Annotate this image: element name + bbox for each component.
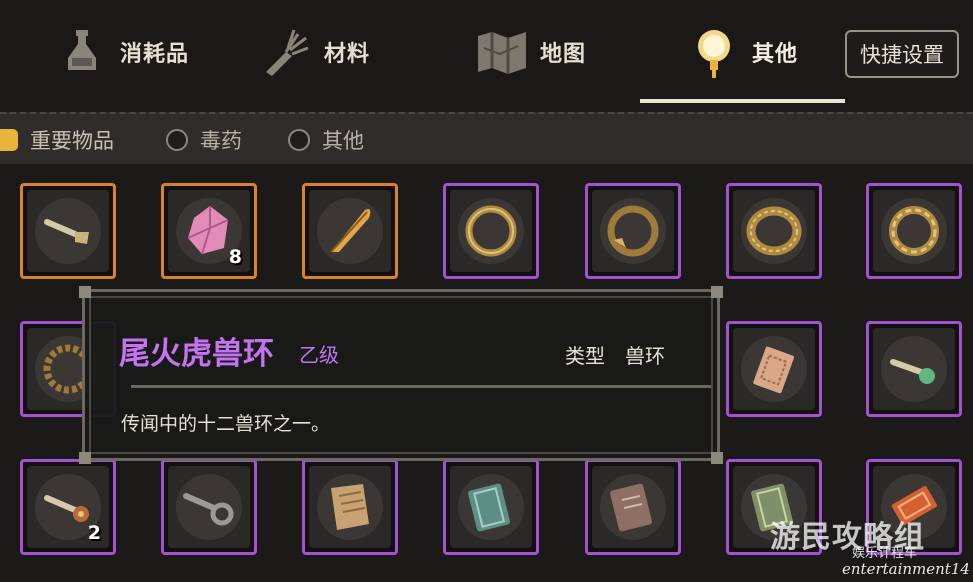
twisted-ring-icon — [889, 206, 939, 256]
item-slot[interactable] — [866, 183, 962, 279]
radio-unchecked-icon[interactable] — [288, 129, 310, 151]
tooltip-corner — [711, 452, 723, 464]
map-icon — [478, 31, 526, 74]
item-slot[interactable] — [726, 321, 822, 417]
filter-bar: 重要物品 毒药 其他 — [0, 112, 973, 164]
item-type-value: 兽环 — [625, 344, 665, 368]
iron-key-icon — [183, 493, 234, 526]
shortcut-settings-button[interactable]: 快捷设置 — [845, 30, 959, 78]
gold-ring-icon — [465, 205, 517, 257]
active-tab-indicator — [640, 99, 845, 103]
item-slot[interactable] — [302, 459, 398, 555]
tab-other[interactable]: 其他 — [686, 0, 798, 103]
item-slot[interactable] — [302, 183, 398, 279]
ginseng-root-icon — [266, 29, 309, 76]
item-tooltip: 尾火虎兽环 乙级 类型 兽环 传闻中的十二兽环之一。 — [79, 286, 723, 464]
watermark-en: entertainment14 — [842, 560, 970, 578]
watermark-sub: 娱乐计程车 — [852, 546, 918, 561]
feather-icon — [330, 209, 371, 253]
dragon-ring-icon — [607, 205, 659, 257]
filter-other[interactable]: 其他 — [288, 114, 364, 166]
item-slot[interactable]: 8 — [161, 183, 257, 279]
brown-book-icon — [610, 483, 652, 532]
filter-key-items[interactable]: 重要物品 — [0, 114, 114, 166]
scroll-icon — [331, 484, 369, 530]
item-slot[interactable] — [726, 183, 822, 279]
tooltip-divider — [131, 385, 711, 388]
tooltip-corner — [711, 286, 723, 298]
tooltip-corner — [79, 286, 91, 298]
radio-unchecked-icon[interactable] — [166, 129, 188, 151]
item-slot[interactable] — [443, 183, 539, 279]
lantern-icon — [698, 29, 730, 78]
item-type-label: 类型 — [565, 344, 605, 368]
item-slot[interactable]: 2 — [20, 459, 116, 555]
radio-checked-icon[interactable] — [0, 129, 18, 151]
filter-poison[interactable]: 毒药 — [166, 114, 242, 166]
item-grade: 乙级 — [299, 343, 339, 367]
watermark: 游民攻略组 娱乐计程车 entertainment14 — [770, 512, 970, 578]
braided-ring-icon — [746, 206, 802, 256]
key-icon — [44, 219, 89, 244]
tooltip-corner — [79, 452, 91, 464]
teal-book-icon — [468, 483, 510, 532]
ticket-icon — [753, 346, 795, 394]
tab-materials[interactable]: 材料 — [258, 0, 370, 103]
potion-icon — [68, 29, 96, 70]
tab-map[interactable]: 地图 — [474, 0, 586, 103]
category-tab-bar: 消耗品 材料 地图 其他 快捷设置 — [0, 0, 973, 103]
item-slot[interactable] — [443, 459, 539, 555]
item-slot[interactable] — [20, 183, 116, 279]
item-name: 尾火虎兽环 — [119, 336, 274, 372]
item-slot[interactable] — [585, 459, 681, 555]
tab-consumables[interactable]: 消耗品 — [54, 0, 189, 103]
item-slot[interactable] — [866, 321, 962, 417]
item-description: 传闻中的十二兽环之一。 — [121, 413, 331, 435]
item-slot[interactable] — [585, 183, 681, 279]
item-slot[interactable] — [161, 459, 257, 555]
jade-key-icon — [890, 359, 935, 384]
